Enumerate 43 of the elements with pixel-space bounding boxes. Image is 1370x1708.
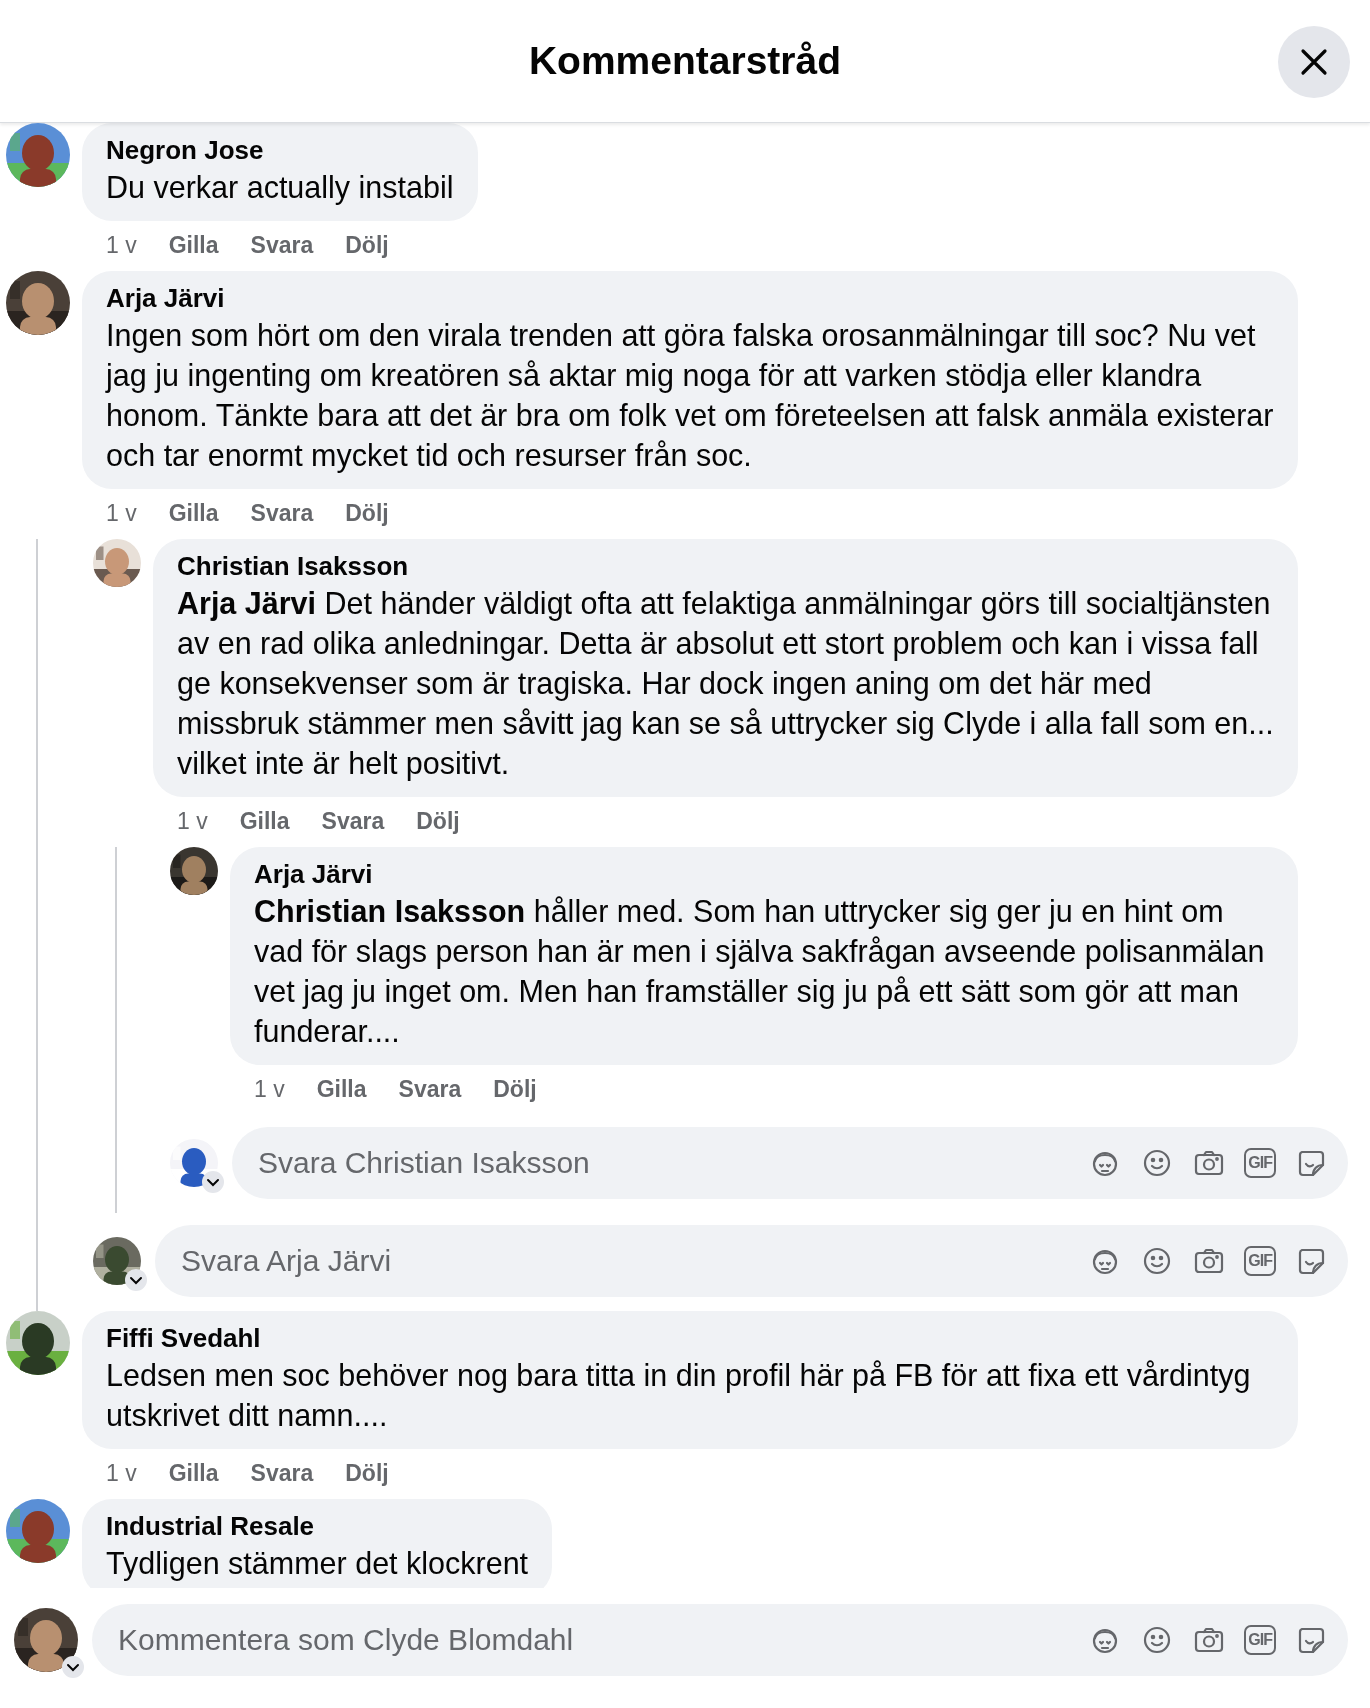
- action-link[interactable]: Svara: [250, 499, 314, 527]
- comment-text: Ledsen men soc behöver nog bara titta in din profil här på FB för att fixa ett vårdintyg utskrivet ditt namn....: [106, 1357, 1252, 1434]
- comment-author[interactable]: Arja Järvi: [106, 281, 1274, 315]
- comment-author[interactable]: Negron Jose: [106, 133, 454, 167]
- action-link[interactable]: Svara: [250, 231, 314, 259]
- action-link[interactable]: Gilla: [316, 1075, 367, 1103]
- action-link[interactable]: Svara: [250, 1459, 314, 1487]
- comment-text: Arja Järvi Det händer väldigt ofta att felaktiga anmälningar görs till socialtjänsten av en rad olika anledningar. Detta är absolut ett stort problem och kan i vissa fall ge konsekvenser som är tragiska. Har dock ingen aning om det här med missbruk stämmer men såvitt jag kan se så uttrycker sig Clyde i alla fall som en... vilket inte är helt positivt.: [177, 585, 1274, 783]
- timestamp: 1 v: [106, 499, 137, 527]
- reply-field[interactable]: Kommentera som Clyde Blomdahl GIF: [92, 1604, 1348, 1676]
- comment-text: Tydligen stämmer det klockrent: [106, 1545, 529, 1583]
- action-link[interactable]: Gilla: [239, 807, 290, 835]
- chevron-icon[interactable]: [202, 1171, 224, 1193]
- chevron-icon[interactable]: [125, 1269, 147, 1291]
- timestamp: 1 v: [254, 1075, 285, 1103]
- comment-text: Christian Isaksson håller med. Som han uttrycker sig ger ju en hint om vad för slags person han är men i själva sakfrågan avseende polisanmälan vet jag ju inget om. Men han framställer sig ju på ett sätt som gör att man funderar....: [254, 893, 1266, 1050]
- reply-field[interactable]: Svara Arja Järvi GIF: [155, 1225, 1348, 1297]
- timestamp: 1 v: [106, 231, 137, 259]
- gif-button[interactable]: GIF: [1244, 1148, 1276, 1178]
- action-link[interactable]: Gilla: [168, 499, 219, 527]
- comment-author[interactable]: Industrial Resale: [106, 1509, 529, 1543]
- timestamp: 1 v: [177, 807, 208, 835]
- comment-text: Ingen som hört om den virala trenden att göra falska orosanmälningar till soc? Nu vet jag ju ingenting om kreatören så aktar mig noga för att varken stödja eller klandra honom. Tänkte bara att det är bra om folk vet om företeelsen att falsk anmäla existerar och tar enormt mycket tid och resurser från soc.: [106, 317, 1274, 475]
- close-icon: [1299, 47, 1329, 77]
- gif-button[interactable]: GIF: [1244, 1625, 1276, 1655]
- action-link[interactable]: Svara: [398, 1075, 462, 1103]
- comment-author[interactable]: Arja Järvi: [254, 857, 1274, 891]
- gif-button[interactable]: GIF: [1244, 1246, 1276, 1276]
- action-link[interactable]: Dölj: [493, 1075, 537, 1103]
- comment-author[interactable]: Fiffi Svedahl: [106, 1321, 1274, 1355]
- comment-author[interactable]: Christian Isaksson: [177, 549, 1274, 583]
- action-link[interactable]: Gilla: [168, 1459, 219, 1487]
- action-link[interactable]: Dölj: [345, 231, 389, 259]
- action-link[interactable]: Dölj: [416, 807, 460, 835]
- comment-text: Du verkar actually instabil: [106, 169, 454, 207]
- chevron-icon[interactable]: [62, 1656, 84, 1678]
- reply-field[interactable]: Svara Christian Isaksson GIF: [232, 1127, 1348, 1199]
- action-link[interactable]: Svara: [321, 807, 385, 835]
- action-link[interactable]: Gilla: [168, 231, 219, 259]
- action-link[interactable]: Dölj: [345, 499, 389, 527]
- action-link[interactable]: Dölj: [345, 1459, 389, 1487]
- timestamp: 1 v: [106, 1459, 137, 1487]
- dialog-title: Kommentarstråd: [528, 39, 842, 83]
